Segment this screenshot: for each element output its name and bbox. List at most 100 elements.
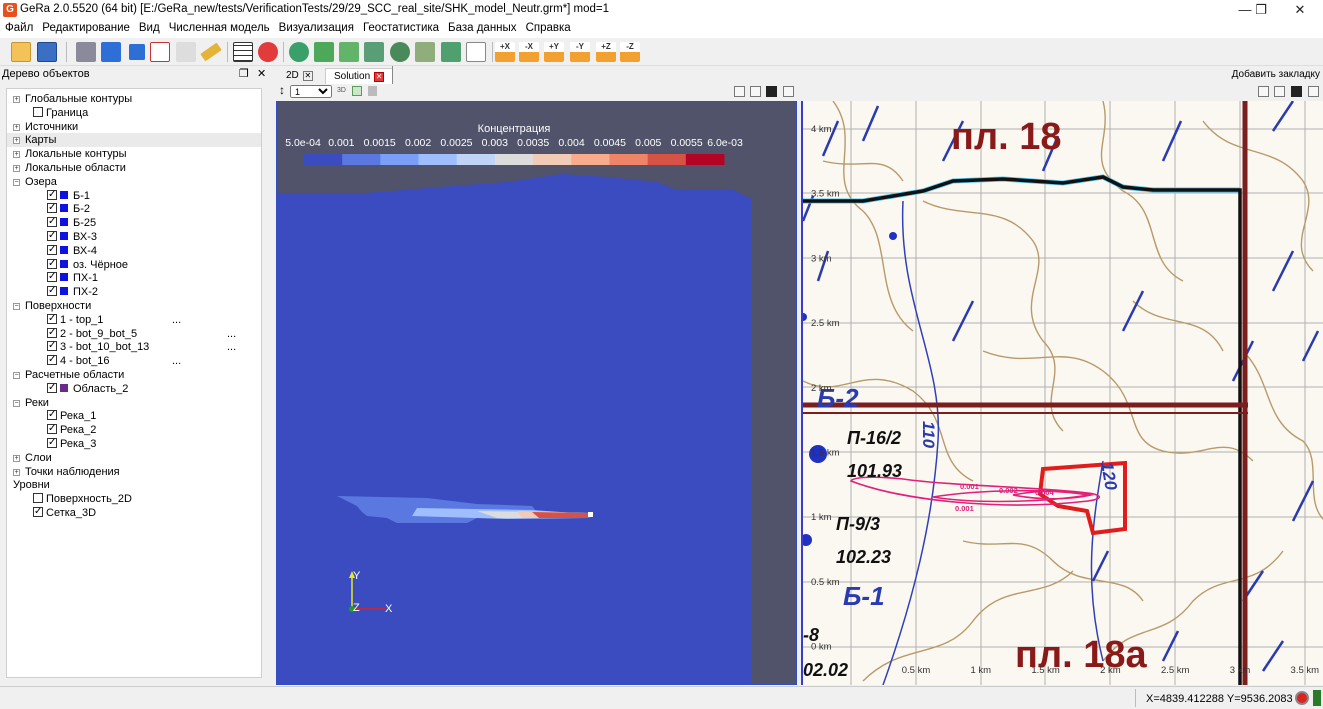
expand-icon[interactable]: + (13, 123, 20, 131)
axis-view-button[interactable]: +X (495, 42, 515, 62)
menu-item[interactable]: Редактирование (37, 20, 134, 34)
run-icon[interactable] (258, 42, 278, 62)
globe-icon[interactable] (390, 42, 410, 62)
visibility-checkbox[interactable] (47, 229, 57, 243)
visibility-checkbox[interactable] (47, 339, 57, 353)
tree-row[interactable]: ПХ-1 (7, 270, 261, 285)
cube-icon[interactable] (101, 42, 121, 62)
tree-row[interactable]: + Глобальные контуры (7, 92, 261, 106)
visibility-checkbox[interactable] (33, 493, 43, 504)
tree-row[interactable]: + Источники (7, 120, 261, 134)
tab-solution[interactable]: Solution ✕ (325, 68, 393, 84)
box3-icon[interactable] (364, 42, 384, 62)
solution-view[interactable]: Концентрация 5.0e-04 0.001 0.0015 0.002 0.00… (276, 101, 797, 685)
maximize-view-icon[interactable] (1291, 86, 1302, 97)
menu-item[interactable]: Файл (0, 20, 37, 34)
tree-row[interactable]: 2 - bot_9_bot_5... (7, 326, 261, 341)
box1-icon[interactable] (314, 42, 334, 62)
visibility-checkbox[interactable] (47, 215, 57, 229)
stop-icon[interactable] (1295, 691, 1309, 705)
expand-icon[interactable]: + (13, 468, 20, 476)
expand-icon[interactable]: + (13, 137, 20, 145)
tree-row[interactable]: Б-1 (7, 188, 261, 203)
grid-icon[interactable] (233, 42, 253, 62)
split-vertical-icon[interactable] (1274, 86, 1285, 97)
more-options-button[interactable]: ... (227, 340, 236, 354)
float-panel-icon[interactable]: ❐ (239, 67, 249, 80)
tree-row[interactable]: 4 - bot_16... (7, 353, 261, 368)
axis-view-button[interactable]: -Y (570, 42, 590, 62)
visibility-checkbox[interactable] (47, 201, 57, 215)
tree-row[interactable]: оз. Чёрное (7, 257, 261, 272)
visibility-checkbox[interactable] (47, 408, 57, 422)
tree-row[interactable]: 3 - bot_10_bot_13... (7, 339, 261, 354)
close-view-icon[interactable] (783, 86, 794, 97)
layer-select[interactable]: 1 (290, 85, 332, 98)
menu-item[interactable]: База данных (443, 20, 521, 34)
tree-row[interactable]: Река_3 (7, 436, 261, 451)
visibility-checkbox[interactable] (33, 106, 43, 117)
visibility-checkbox[interactable] (47, 381, 57, 395)
tree-row[interactable]: + Локальные контуры (7, 147, 261, 161)
split-vertical-icon[interactable] (750, 86, 761, 97)
fill-icon[interactable] (441, 42, 461, 62)
tree-row[interactable]: ПХ-2 (7, 284, 261, 299)
tree-row[interactable]: ВХ-3 (7, 229, 261, 244)
open-folder-icon[interactable] (11, 42, 31, 62)
menu-item[interactable]: Справка (521, 20, 575, 34)
tree-row[interactable]: + Локальные области (7, 161, 261, 175)
visibility-checkbox[interactable] (47, 353, 57, 367)
tree-row[interactable]: + Точки наблюдения (7, 465, 261, 479)
pointer-icon[interactable] (176, 42, 196, 62)
more-options-button[interactable]: ... (172, 354, 181, 368)
tree-row[interactable]: + Слои (7, 451, 261, 465)
map-view[interactable]: 0.001 0.002 0.004 0.001 пл. 18 пл. 18а Б… (801, 101, 1323, 685)
collapse-icon[interactable]: − (13, 372, 20, 379)
visibility-checkbox[interactable] (47, 422, 57, 436)
collapse-icon[interactable]: − (13, 178, 20, 186)
layers-icon[interactable] (289, 42, 309, 62)
box2-icon[interactable] (339, 42, 359, 62)
more-options-button[interactable]: ... (172, 313, 181, 327)
expand-icon[interactable]: + (13, 165, 20, 172)
tree-row[interactable]: − Расчетные области (7, 368, 261, 382)
collapse-icon[interactable]: − (13, 303, 20, 310)
tree-row[interactable]: Область_2 (7, 381, 261, 396)
tree-row[interactable]: Сетка_3D (7, 505, 261, 520)
image-export-icon[interactable] (352, 86, 362, 96)
layer-updown-icon[interactable]: ↕ (279, 83, 285, 97)
visibility-checkbox[interactable] (47, 270, 57, 284)
close-button[interactable]: ✕ (1277, 0, 1323, 20)
axis-view-button[interactable]: -Z (620, 42, 640, 62)
axis-view-button[interactable]: -X (519, 42, 539, 62)
save-icon[interactable] (37, 42, 57, 62)
collapse-icon[interactable]: − (13, 399, 20, 407)
tab-2d[interactable]: 2D ✕ (278, 68, 324, 84)
visibility-checkbox[interactable] (47, 326, 57, 340)
visibility-checkbox[interactable] (47, 312, 57, 326)
tab-close-icon[interactable]: ✕ (302, 71, 313, 81)
menu-item[interactable]: Визуализация (274, 20, 358, 34)
expand-icon[interactable]: + (13, 151, 20, 159)
chart-icon[interactable] (466, 42, 486, 62)
split-horizontal-icon[interactable] (734, 86, 745, 97)
tab-close-icon[interactable]: ✕ (374, 72, 385, 82)
menu-item[interactable]: Численная модель (164, 20, 274, 34)
clear-icon[interactable] (368, 86, 377, 96)
tree-row[interactable]: Уровни (7, 478, 261, 492)
map-select-icon[interactable] (150, 42, 170, 62)
expand-icon[interactable]: + (13, 96, 20, 103)
tree-row[interactable]: − Поверхности (7, 299, 261, 313)
tree-row[interactable]: − Реки (7, 396, 261, 410)
close-view-icon[interactable] (1308, 86, 1319, 97)
axis-view-button[interactable]: +Z (596, 42, 616, 62)
ruler-icon[interactable] (200, 42, 222, 62)
menu-item[interactable]: Вид (134, 20, 164, 34)
visibility-checkbox[interactable] (47, 188, 57, 202)
tree-row[interactable]: ВХ-4 (7, 243, 261, 258)
stack-icon[interactable] (415, 42, 435, 62)
mode-3d-button[interactable]: 3D (337, 87, 346, 94)
tree-row[interactable]: Граница (7, 106, 261, 120)
visibility-checkbox[interactable] (33, 505, 43, 519)
maximize-view-icon[interactable] (766, 86, 777, 97)
